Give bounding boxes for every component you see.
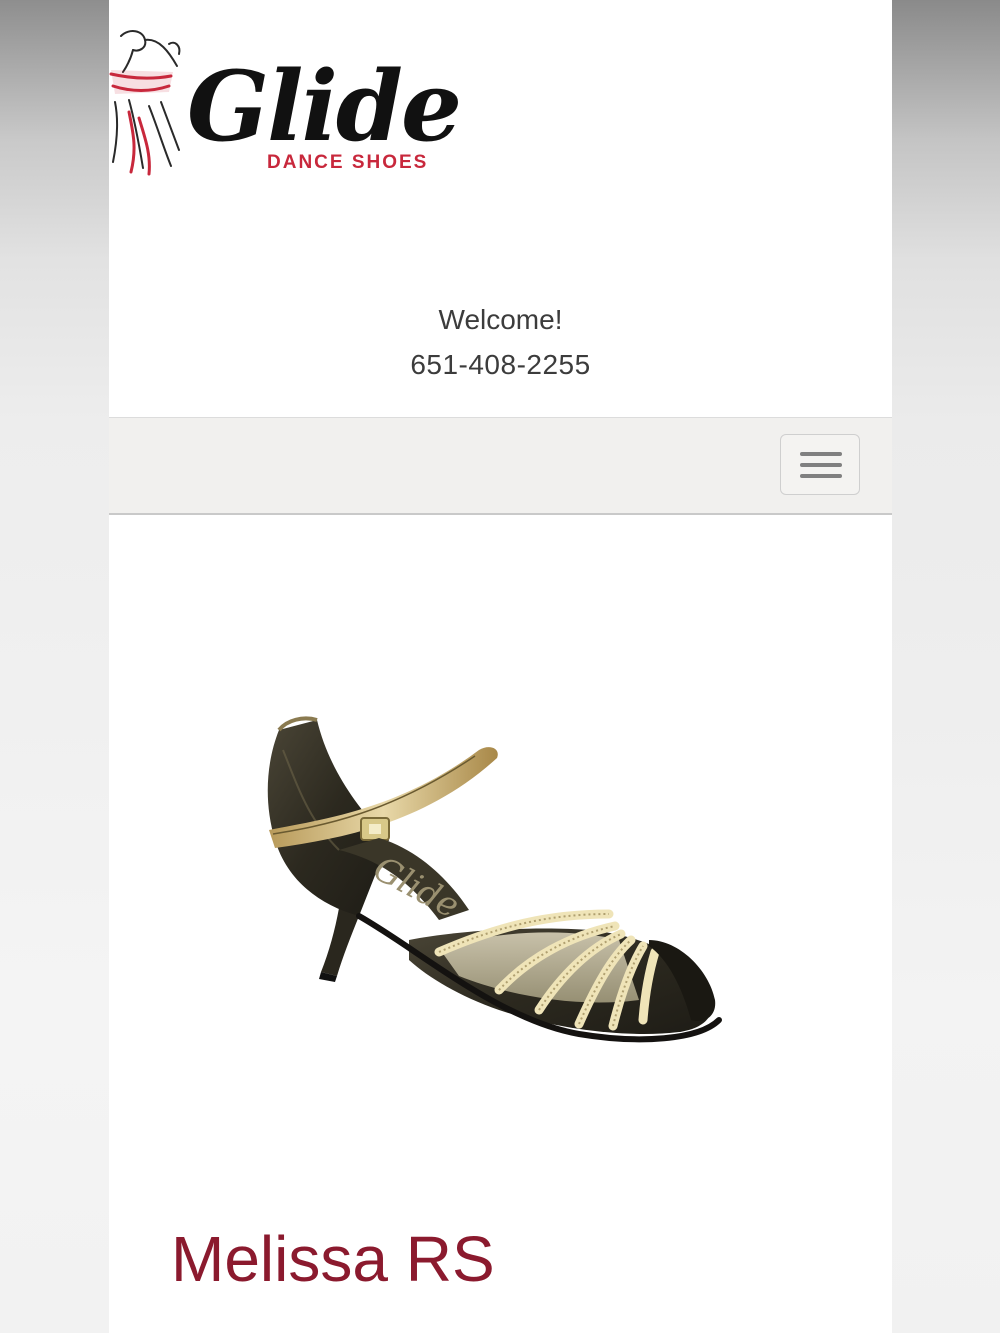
site-logo[interactable]: Glide DANCE SHOES (109, 22, 479, 182)
glide-logo-icon: Glide DANCE SHOES (109, 30, 462, 176)
product-title: Melissa RS (171, 1223, 495, 1295)
product-image[interactable]: Glide (239, 690, 749, 1070)
svg-text:DANCE SHOES: DANCE SHOES (267, 152, 428, 173)
hamburger-menu-icon (800, 452, 842, 456)
dance-shoe-image: Glide (267, 716, 722, 1043)
welcome-text: Welcome! (438, 304, 563, 335)
phone-number[interactable]: 651-408-2255 (109, 347, 892, 383)
web-page: Glide DANCE SHOES Welcome! 651-408-2255 (109, 0, 892, 1333)
menu-toggle-button[interactable] (780, 434, 860, 495)
right-blur-backdrop (892, 0, 1000, 1333)
left-blur-backdrop (0, 0, 109, 1333)
svg-text:Glide: Glide (187, 50, 460, 163)
navbar (109, 417, 892, 515)
